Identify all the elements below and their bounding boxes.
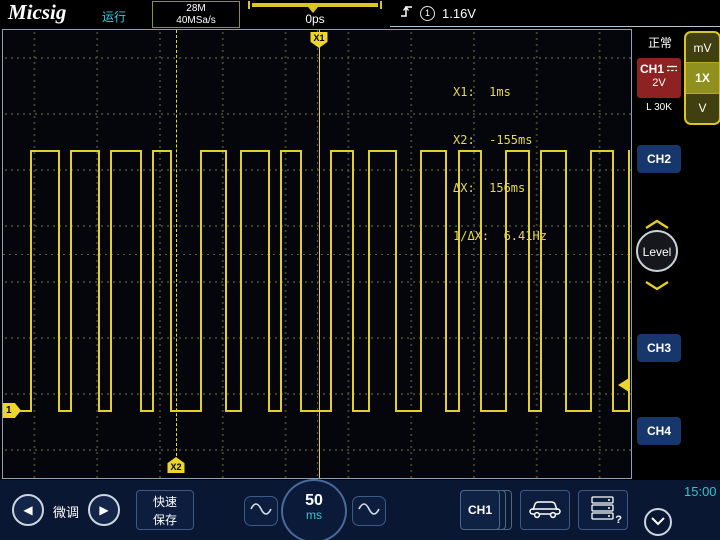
next-button[interactable]: ▶	[88, 494, 120, 526]
timebase-increase-button[interactable]	[352, 496, 386, 526]
micsig-logo: Micsig	[8, 0, 67, 24]
sine-wave-icon	[250, 502, 272, 521]
cursor-x1-line	[319, 30, 320, 478]
clock-display: 15:00	[684, 484, 717, 499]
trigger-info[interactable]: 1 1.16V	[390, 0, 720, 27]
oscilloscope-screen: Micsig 运行 28M 40MSa/s 0ps 1 1.16V X1: 1m…	[0, 0, 720, 540]
dc-coupling-icon	[666, 62, 678, 76]
sample-rate: 40MSa/s	[176, 14, 216, 26]
channel-select-label: CH1	[460, 490, 500, 530]
timebase-decrease-button[interactable]	[244, 496, 278, 526]
timebase-unit: ms	[306, 508, 322, 522]
rising-edge-icon	[400, 4, 413, 23]
sample-rate-box: 28M 40MSa/s	[152, 1, 240, 28]
trigger-level-arrow-icon[interactable]	[617, 378, 630, 397]
scope-display: X1: 1ms X2: -155ms ΔX: 156ms 1/ΔX: 6.41H…	[2, 29, 632, 479]
trigger-level-value: 1.16V	[442, 5, 476, 21]
auto-diagnosis-button[interactable]	[520, 490, 570, 530]
level-button[interactable]: Level	[636, 230, 678, 272]
server-stack-icon	[590, 495, 616, 526]
readout-delta-x: ΔX: 156ms	[453, 181, 526, 195]
ch2-button[interactable]: CH2	[637, 145, 681, 173]
quick-save-label-bottom: 保存	[152, 513, 177, 527]
bottom-bar: ◀ 微调 ▶ 快速 保存 50 ms CH1 ? 15:00	[0, 479, 720, 540]
probe-scale-panel: mV 1X V	[684, 31, 720, 125]
timebase-button[interactable]: 50 ms	[281, 479, 347, 540]
cursor-x2-line	[176, 30, 177, 456]
channel-select-button[interactable]: CH1	[460, 490, 514, 530]
right-arrow-icon: ▶	[99, 503, 109, 517]
ch1-button[interactable]: CH1 2V	[637, 58, 681, 98]
cursor-readout: X1: 1ms X2: -155ms ΔX: 156ms 1/ΔX: 6.41H…	[453, 52, 547, 276]
probe-v-button[interactable]: V	[686, 92, 719, 123]
previous-button[interactable]: ◀	[12, 494, 44, 526]
car-icon	[527, 497, 563, 524]
storage-menu-button[interactable]: ?	[578, 490, 628, 530]
ch1-button-label: CH1	[639, 62, 664, 76]
ch1-bandwidth-label: L 30K	[646, 102, 672, 113]
level-down-chevron-icon[interactable]	[644, 278, 670, 296]
quick-save-label-top: 快速	[152, 495, 177, 509]
readout-x1: X1: 1ms	[453, 85, 511, 99]
run-status: 运行	[102, 10, 127, 24]
readout-x2: X2: -155ms	[453, 133, 533, 147]
right-sidebar: 正常 CH1 2V L 30K mV 1X V CH2 Level CH3 CH…	[634, 28, 720, 480]
trigger-position-value: 0ps	[305, 12, 325, 26]
expand-menu-button[interactable]	[644, 508, 672, 536]
left-arrow-icon: ◀	[23, 503, 33, 517]
probe-mv-button[interactable]: mV	[686, 33, 719, 62]
trigger-source-icon: 1	[420, 5, 435, 21]
probe-attenuation-button[interactable]: 1X	[686, 62, 719, 93]
sine-wave-icon	[358, 502, 380, 521]
ch4-button[interactable]: CH4	[637, 417, 681, 445]
readout-inverse-delta-x: 1/ΔX: 6.41Hz	[453, 229, 547, 243]
quick-save-button[interactable]: 快速 保存	[136, 490, 194, 530]
ch1-scale-value: 2V	[652, 77, 666, 89]
timebase-value: 50	[305, 492, 323, 509]
question-mark-icon: ?	[615, 514, 622, 526]
memory-depth: 28M	[186, 2, 206, 14]
ch3-button[interactable]: CH3	[637, 334, 681, 362]
fine-adjust-label: 微调	[52, 505, 79, 520]
top-bar: Micsig 运行 28M 40MSa/s 0ps 1 1.16V	[0, 0, 720, 28]
chevron-down-icon	[650, 513, 666, 531]
trigger-mode-label: 正常	[648, 36, 673, 50]
